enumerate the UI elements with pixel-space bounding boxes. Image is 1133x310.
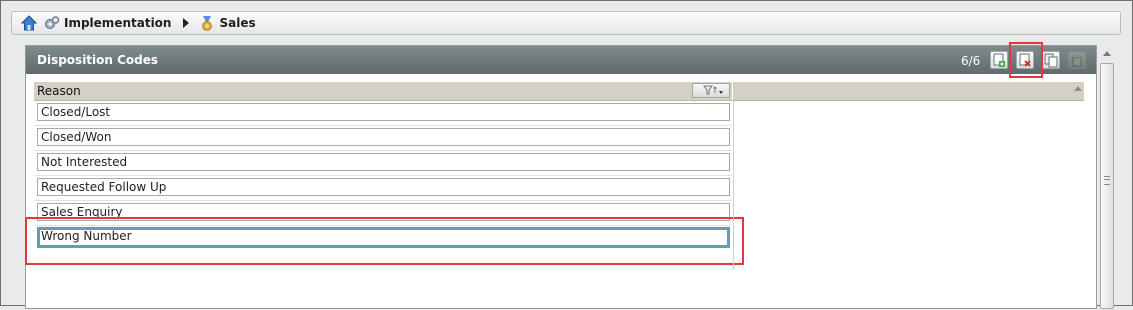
trash-icon — [1072, 53, 1082, 67]
breadcrumb-label: Sales — [219, 16, 256, 30]
trash-button — [1068, 51, 1086, 69]
table-row: Requested Follow Up — [34, 175, 732, 201]
home-icon — [21, 15, 37, 31]
reason-field[interactable]: Requested Follow Up — [37, 178, 730, 196]
record-counter: 6/6 — [961, 54, 981, 68]
delete-button-highlight — [1009, 42, 1043, 78]
breadcrumb-label: Implementation — [64, 16, 172, 30]
row-highlight — [25, 217, 744, 265]
add-record-button[interactable] — [990, 51, 1008, 69]
table-row: Closed/Lost — [34, 100, 732, 126]
grid-scroll-up-icon[interactable] — [1074, 86, 1082, 91]
gears-icon — [45, 16, 60, 29]
copy-record-button[interactable] — [1042, 51, 1060, 69]
panel-header: Disposition Codes 6/6 — [26, 42, 1096, 78]
reason-field[interactable]: Closed/Won — [37, 128, 730, 146]
column-divider — [733, 100, 734, 270]
reason-field[interactable]: Not Interested — [37, 153, 730, 171]
panel-title: Disposition Codes — [37, 53, 159, 67]
table-row: Closed/Won — [34, 125, 732, 151]
breadcrumb-sales[interactable]: Sales — [199, 15, 256, 31]
column-label: Reason — [37, 84, 81, 98]
add-record-icon — [993, 53, 1005, 67]
window-frame: Implementation Sales Disposition Codes 6… — [0, 0, 1133, 310]
column-header-reason[interactable]: Reason — [34, 82, 733, 100]
copy-record-icon — [1044, 53, 1058, 68]
grid-header: Reason — [34, 82, 1084, 101]
filter-sort-icon — [703, 85, 723, 95]
medal-icon — [202, 16, 213, 31]
breadcrumb-separator-icon — [183, 18, 190, 28]
disposition-codes-panel: Disposition Codes 6/6 Reason Closed/Lost… — [25, 42, 1097, 310]
grip-icon — [1104, 176, 1110, 185]
scroll-up-icon[interactable] — [1103, 51, 1111, 56]
filter-sort-button[interactable] — [692, 83, 730, 98]
breadcrumb: Implementation Sales — [11, 11, 1121, 35]
reason-field[interactable]: Closed/Lost — [37, 103, 730, 121]
table-row: Not Interested — [34, 150, 732, 176]
grid-body: Closed/Lost Closed/Won Not Interested Re… — [25, 100, 744, 310]
breadcrumb-home[interactable] — [21, 15, 37, 31]
page-scrollbar[interactable] — [1100, 45, 1114, 309]
scroll-thumb[interactable] — [1100, 63, 1114, 309]
breadcrumb-implementation[interactable]: Implementation — [44, 15, 171, 31]
